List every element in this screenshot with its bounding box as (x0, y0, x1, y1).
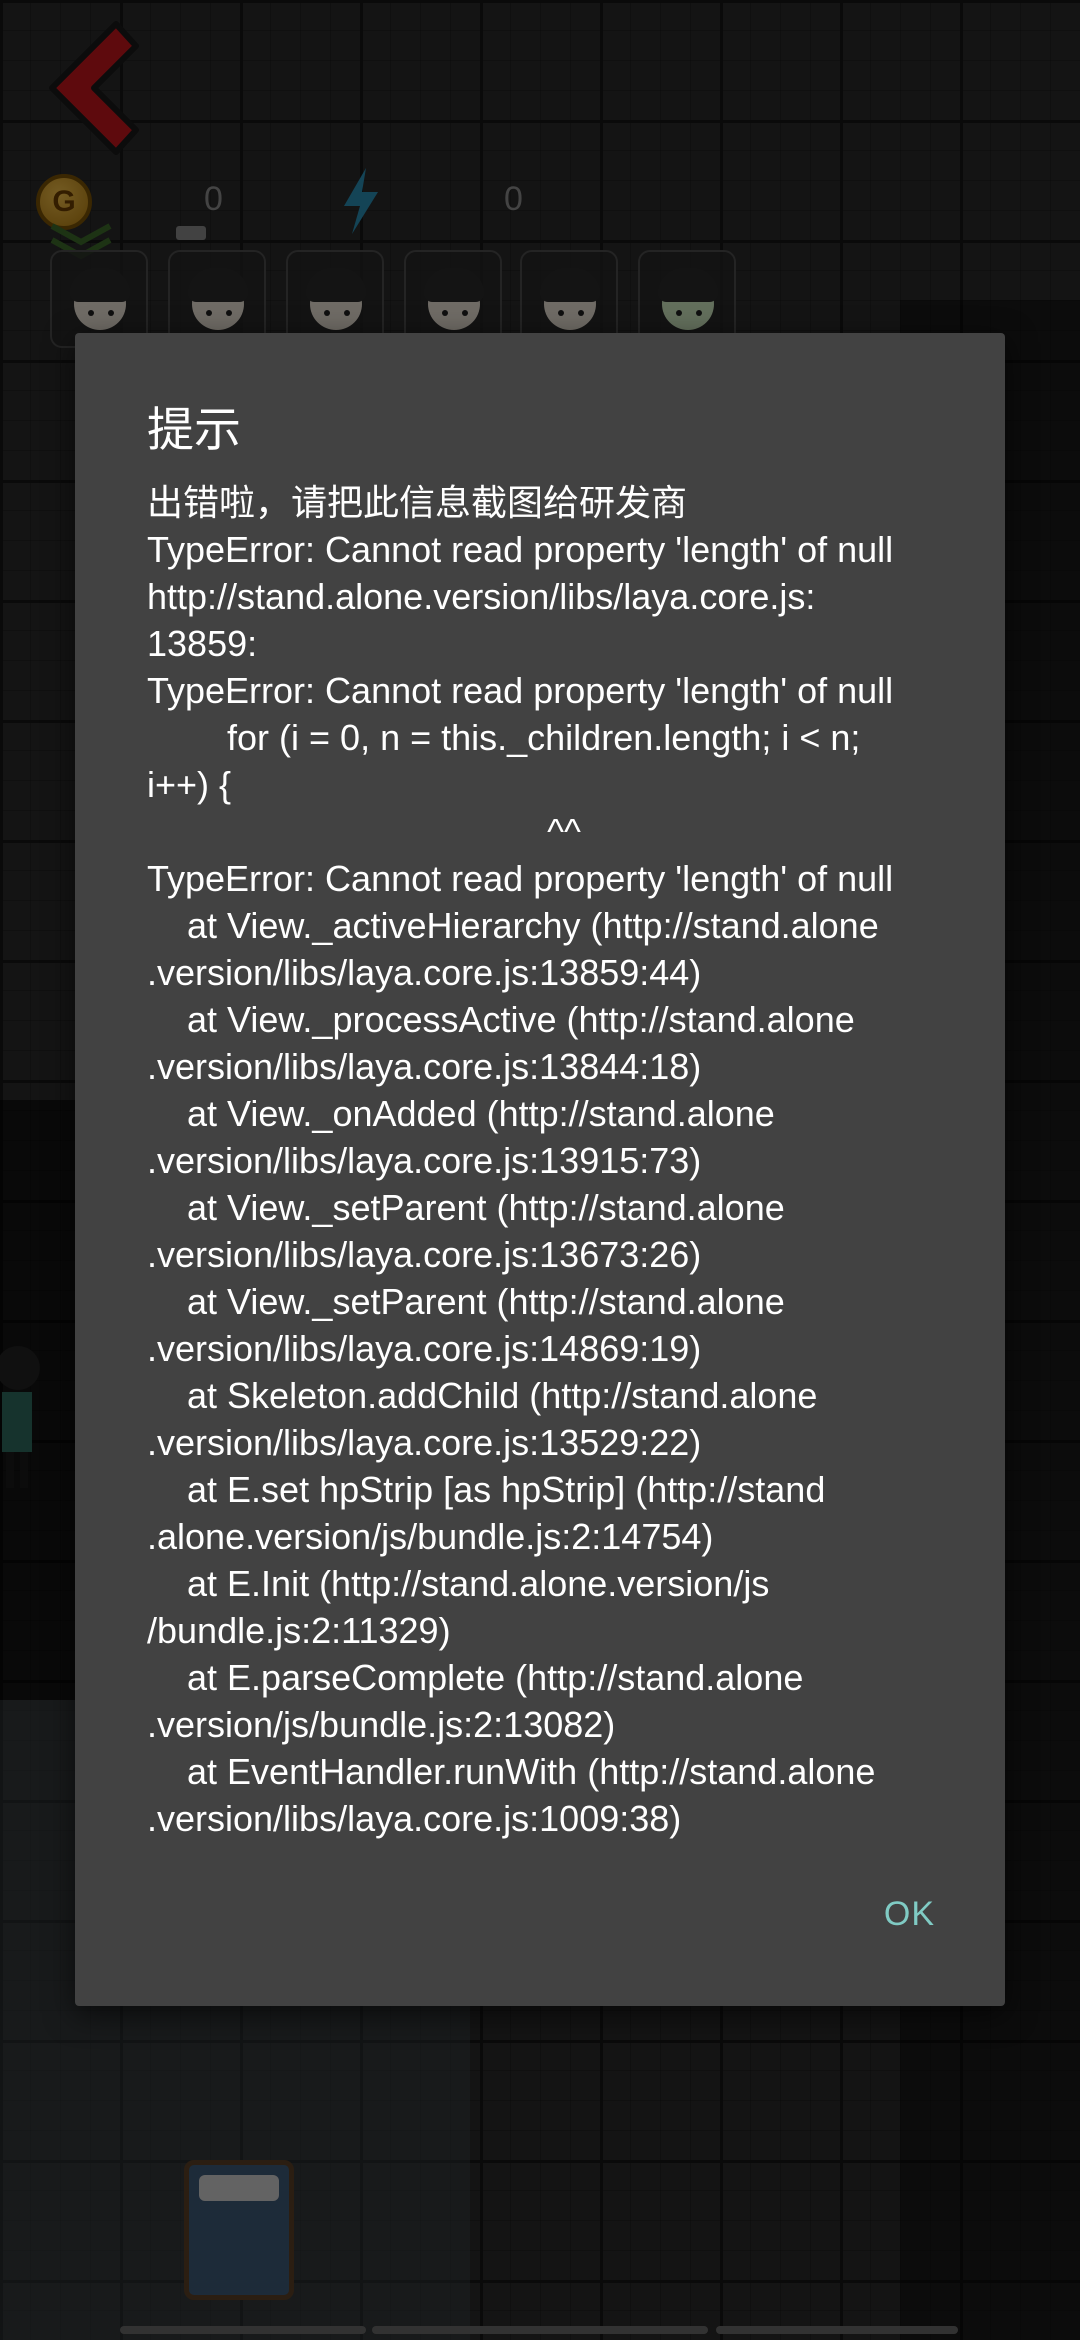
error-message-line: TypeError: Cannot read property 'length'… (147, 670, 894, 711)
error-message-line: 出错啦，请把此信息截图给研发商 (147, 482, 688, 523)
error-message-line: at EventHandler.runWith (http://stand.al… (147, 1751, 876, 1792)
error-message-line: .version/libs/laya.core.js:13529:22) (147, 1422, 702, 1463)
error-message-line: at View._onAdded (http://stand.alone (147, 1093, 775, 1134)
error-message-line: ^^ (147, 811, 581, 852)
error-message-line: at E.set hpStrip [as hpStrip] (http://st… (147, 1469, 826, 1510)
error-message-line: TypeError: Cannot read property 'length'… (147, 529, 894, 570)
error-message-line: http://stand.alone.version/libs/laya.cor… (147, 576, 816, 617)
error-message-line: at Skeleton.addChild (http://stand.alone (147, 1375, 818, 1416)
ok-button[interactable]: OK (870, 1885, 949, 1944)
error-message-line: .version/libs/laya.core.js:14869:19) (147, 1328, 702, 1369)
error-message-line: at View._setParent (http://stand.alone (147, 1187, 785, 1228)
error-message-line: .version/libs/laya.core.js:13673:26) (147, 1234, 702, 1275)
error-message: 出错啦，请把此信息截图给研发商 TypeError: Cannot read pr… (147, 479, 947, 1842)
error-message-line: 13859: (147, 623, 258, 664)
error-message-line: .alone.version/js/bundle.js:2:14754) (147, 1516, 714, 1557)
error-message-line: .version/libs/laya.core.js:13844:18) (147, 1046, 702, 1087)
error-message-line: for (i = 0, n = this._children.length; i… (147, 717, 861, 758)
error-message-line: .version/libs/laya.core.js:13915:73) (147, 1140, 702, 1181)
error-message-line: .version/libs/laya.core.js:1009:38) (147, 1798, 682, 1839)
error-message-line: .version/js/bundle.js:2:13082) (147, 1704, 616, 1745)
error-message-line: at E.parseComplete (http://stand.alone (147, 1657, 804, 1698)
error-message-line: /bundle.js:2:11329) (147, 1610, 451, 1651)
error-message-line: at View._setParent (http://stand.alone (147, 1281, 785, 1322)
dialog-title: 提示 (147, 403, 241, 458)
error-message-line: .version/libs/laya.core.js:13859:44) (147, 952, 702, 993)
error-message-line: at View._processActive (http://stand.alo… (147, 999, 855, 1040)
error-dialog: 提示 出错啦，请把此信息截图给研发商 TypeError: Cannot read… (75, 333, 1005, 2006)
error-message-line: at E.Init (http://stand.alone.version/js (147, 1563, 770, 1604)
game-screen: G 0 0 提示 出错啦，请把此信息截图给研发商TypeError: (0, 0, 1080, 2340)
error-message-line: TypeError: Cannot read property 'length'… (147, 858, 894, 899)
error-message-line: i++) { (147, 764, 232, 805)
error-message-line: at View._activeHierarchy (http://stand.a… (147, 905, 879, 946)
